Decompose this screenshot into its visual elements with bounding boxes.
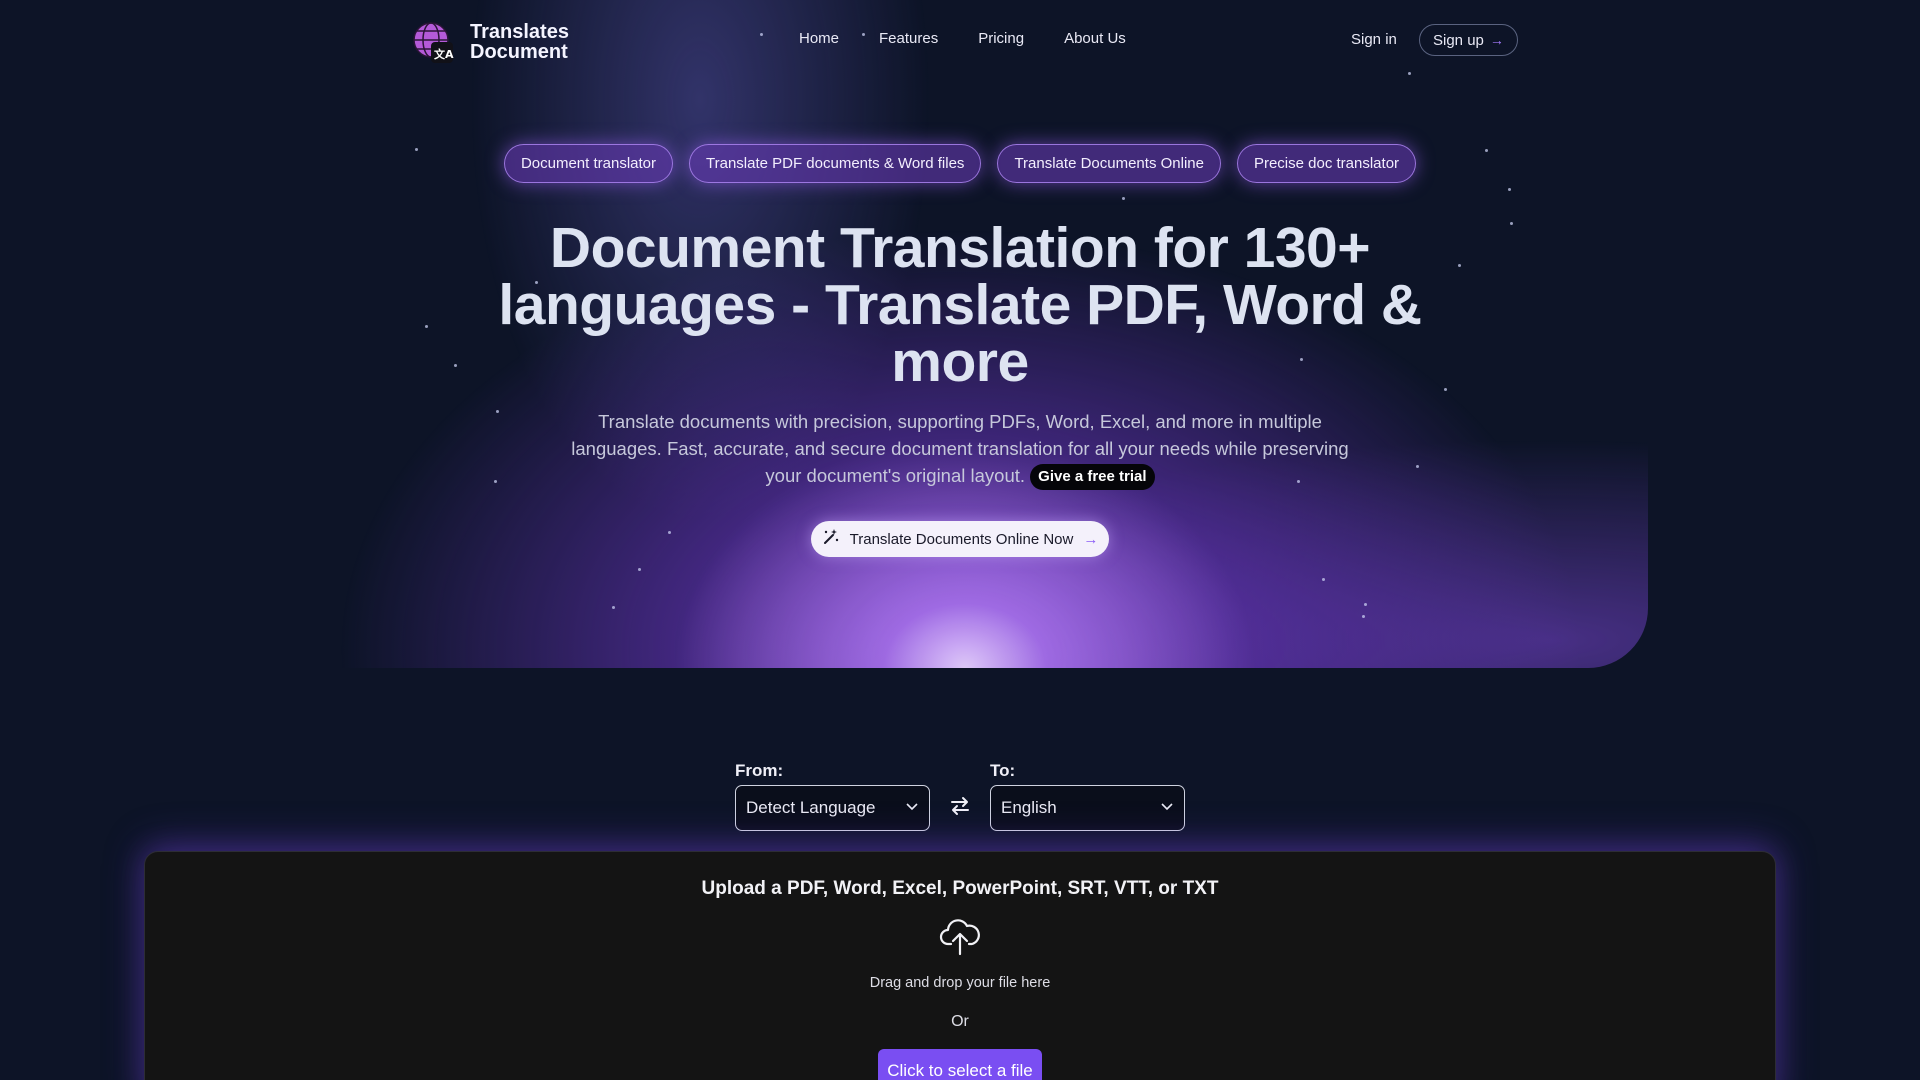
arrow-right-icon: → — [1489, 32, 1504, 48]
brand-name: Translates Document — [470, 22, 569, 62]
pill-translate-documents-online[interactable]: Translate Documents Online — [997, 144, 1221, 183]
to-label: To: — [990, 761, 1016, 780]
pill-precise-doc-translator[interactable]: Precise doc translator — [1236, 144, 1417, 183]
sign-in-link[interactable]: Sign in — [1351, 31, 1397, 48]
cloud-upload-icon — [939, 916, 981, 956]
swap-languages-button[interactable] — [948, 794, 972, 818]
free-trial-badge[interactable]: Give a free trial — [1030, 464, 1155, 491]
pill-translate-pdf-word[interactable]: Translate PDF documents & Word files — [689, 144, 982, 183]
sign-up-label: Sign up — [1433, 31, 1484, 49]
chevron-down-icon — [1160, 798, 1174, 818]
chevron-down-icon — [905, 798, 919, 818]
keyword-pills: Document translator Translate PDF docume… — [0, 144, 1920, 183]
magic-wand-icon — [822, 528, 840, 550]
sign-up-button[interactable]: Sign up → — [1419, 24, 1518, 56]
swap-arrows-icon — [951, 797, 969, 815]
translate-now-button[interactable]: Translate Documents Online Now → — [811, 521, 1109, 557]
nav-link-home[interactable]: Home — [799, 30, 839, 47]
or-divider: Or — [951, 1013, 969, 1030]
from-language-value: Detect Language — [746, 798, 876, 817]
arrow-right-icon: → — [1083, 530, 1099, 548]
svg-text:文A: 文A — [434, 47, 454, 61]
hero-description: Translate documents with precision, supp… — [571, 411, 1349, 486]
nav-links: Home Features Pricing About Us — [799, 30, 1166, 47]
to-language-value: English — [1001, 798, 1057, 817]
translate-now-label: Translate Documents Online Now — [849, 530, 1074, 548]
brand-line-1: Translates — [470, 21, 569, 43]
brand-line-2: Document — [470, 41, 568, 63]
hero-subtext: Translate documents with precision, supp… — [560, 408, 1360, 491]
globe-translate-icon: 文A — [412, 20, 456, 64]
drag-drop-hint: Drag and drop your file here — [869, 975, 1051, 991]
nav-link-pricing[interactable]: Pricing — [978, 30, 1024, 47]
title-line-1: Document Translation for 130+ — [549, 216, 1371, 280]
nav-link-features[interactable]: Features — [879, 30, 938, 47]
brand-logo[interactable]: 文A Translates Document — [412, 20, 569, 64]
nav-link-about-us[interactable]: About Us — [1064, 30, 1126, 47]
top-nav: 文A Translates Document Home Features Pri… — [0, 0, 1920, 82]
title-line-2: languages - Translate PDF, Word & — [498, 273, 1422, 337]
to-language-select[interactable]: English — [990, 785, 1185, 831]
pill-document-translator[interactable]: Document translator — [503, 144, 673, 183]
from-label: From: — [735, 761, 784, 780]
page: 文A Translates Document Home Features Pri… — [0, 0, 1920, 1080]
from-language-select[interactable]: Detect Language — [735, 785, 930, 831]
title-line-3: more — [891, 330, 1029, 394]
select-file-button[interactable]: Click to select a file — [878, 1049, 1042, 1080]
page-title: Document Translation for 130+ languages … — [460, 220, 1460, 391]
upload-title: Upload a PDF, Word, Excel, PowerPoint, S… — [701, 878, 1219, 899]
